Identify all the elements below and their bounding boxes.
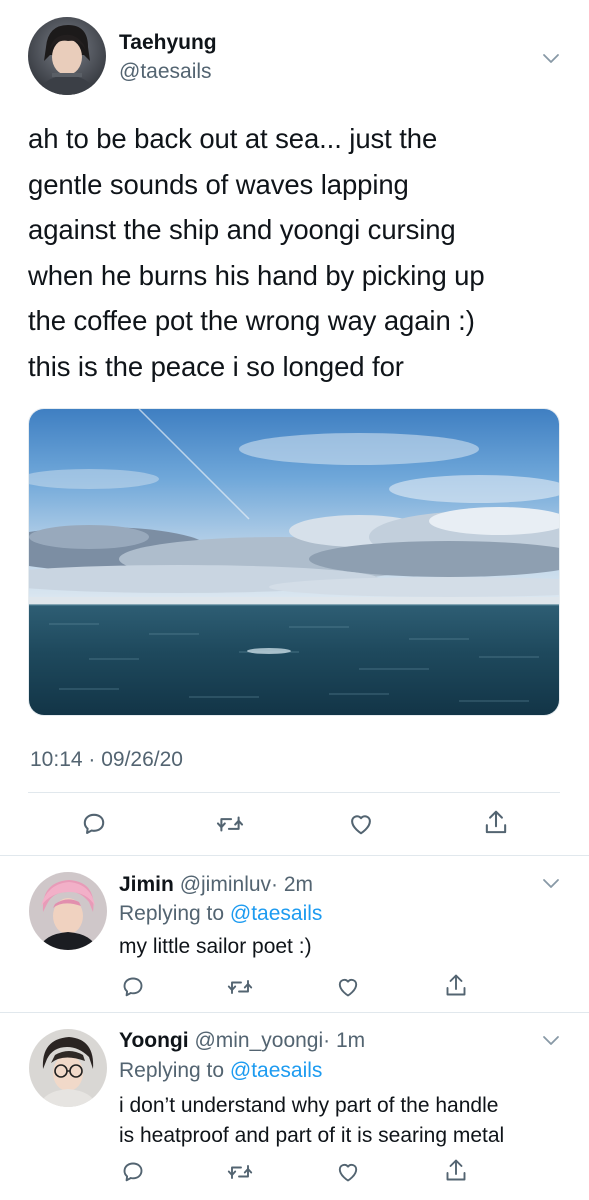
tweet-body: ah to be back out at sea... just the gen…: [28, 116, 568, 389]
reply-time: · 2m: [271, 873, 314, 896]
reply-tweet[interactable]: Jimin @jiminluv· 2m Replying to @taesail…: [0, 856, 589, 1012]
chevron-down-icon[interactable]: [542, 877, 560, 889]
author-name[interactable]: Taehyung: [119, 31, 217, 55]
tweet-line: when he burns his hand by picking up: [28, 259, 485, 291]
heart-icon: [351, 815, 371, 835]
retweet-button[interactable]: [226, 974, 254, 1000]
reply-author-name[interactable]: Yoongi: [119, 1029, 189, 1052]
chevron-down-icon[interactable]: [542, 1034, 560, 1046]
tweet-line: ah to be back out at sea... just the: [28, 123, 438, 154]
reply-tweet[interactable]: Yoongi @min_yoongi· 1m Replying to @taes…: [0, 1013, 589, 1200]
tweet-photo-sea[interactable]: [28, 408, 560, 716]
reply-author-handle[interactable]: @jiminluv: [180, 873, 271, 896]
like-button[interactable]: [346, 809, 376, 839]
reply-button[interactable]: [120, 1159, 146, 1185]
reply-time: · 1m: [323, 1029, 366, 1052]
main-tweet: Taehyung @taesails ah to be back out at …: [0, 0, 589, 855]
reply-bubble-icon: [123, 1162, 143, 1182]
retweet-icon: [227, 1165, 253, 1179]
retweet-icon: [216, 816, 244, 832]
heart-icon: [338, 1163, 358, 1182]
reply-button[interactable]: [120, 974, 146, 1000]
chevron-down-icon[interactable]: [542, 52, 560, 64]
replying-prefix: Replying to: [119, 1059, 230, 1082]
reply-body: my little sailor poet :): [119, 932, 312, 962]
retweet-button[interactable]: [215, 809, 245, 839]
like-button[interactable]: [335, 1159, 361, 1185]
share-button[interactable]: [443, 972, 469, 1000]
replying-prefix: Replying to: [119, 902, 230, 925]
reply-bubble-icon: [83, 813, 105, 835]
share-icon: [485, 810, 507, 834]
reply-body: i don’t understand why part of the handl…: [119, 1091, 504, 1151]
share-icon: [446, 1159, 466, 1181]
replying-to: Replying to @taesails: [119, 1059, 322, 1083]
reply-author-handle[interactable]: @min_yoongi: [194, 1029, 323, 1052]
replying-mention[interactable]: @taesails: [230, 902, 323, 925]
reply-author-name[interactable]: Jimin: [119, 873, 174, 896]
share-button[interactable]: [481, 807, 511, 839]
replying-to: Replying to @taesails: [119, 902, 322, 926]
share-button[interactable]: [443, 1157, 469, 1185]
retweet-button[interactable]: [226, 1159, 254, 1185]
reply-avatar[interactable]: [29, 1029, 107, 1107]
author-handle[interactable]: @taesails: [119, 60, 212, 84]
reply-avatar[interactable]: [29, 872, 107, 950]
tweet-line: gentle sounds of waves lapping: [28, 168, 409, 200]
reply-line: is heatproof and part of it is searing m…: [119, 1124, 505, 1147]
author-avatar[interactable]: [28, 17, 106, 95]
retweet-icon: [227, 980, 253, 994]
heart-icon: [338, 978, 358, 997]
tweet-line: the coffee pot the wrong way again :): [28, 305, 475, 336]
tweet-timestamp[interactable]: 10:14 · 09/26/20: [30, 748, 183, 772]
replying-mention[interactable]: @taesails: [230, 1059, 323, 1082]
like-button[interactable]: [335, 974, 361, 1000]
reply-line: i don’t understand why part of the handl…: [119, 1094, 499, 1117]
share-icon: [446, 974, 466, 996]
reply-meta: Yoongi @min_yoongi· 1m: [119, 1029, 365, 1053]
tweet-line: this is the peace i so longed for: [28, 350, 404, 382]
reply-bubble-icon: [123, 977, 143, 997]
reply-button[interactable]: [79, 809, 109, 839]
divider: [28, 792, 560, 793]
reply-meta: Jimin @jiminluv· 2m: [119, 873, 313, 897]
tweet-line: against the ship and yoongi cursing: [28, 214, 456, 245]
reply-line: my little sailor poet :): [119, 935, 312, 958]
